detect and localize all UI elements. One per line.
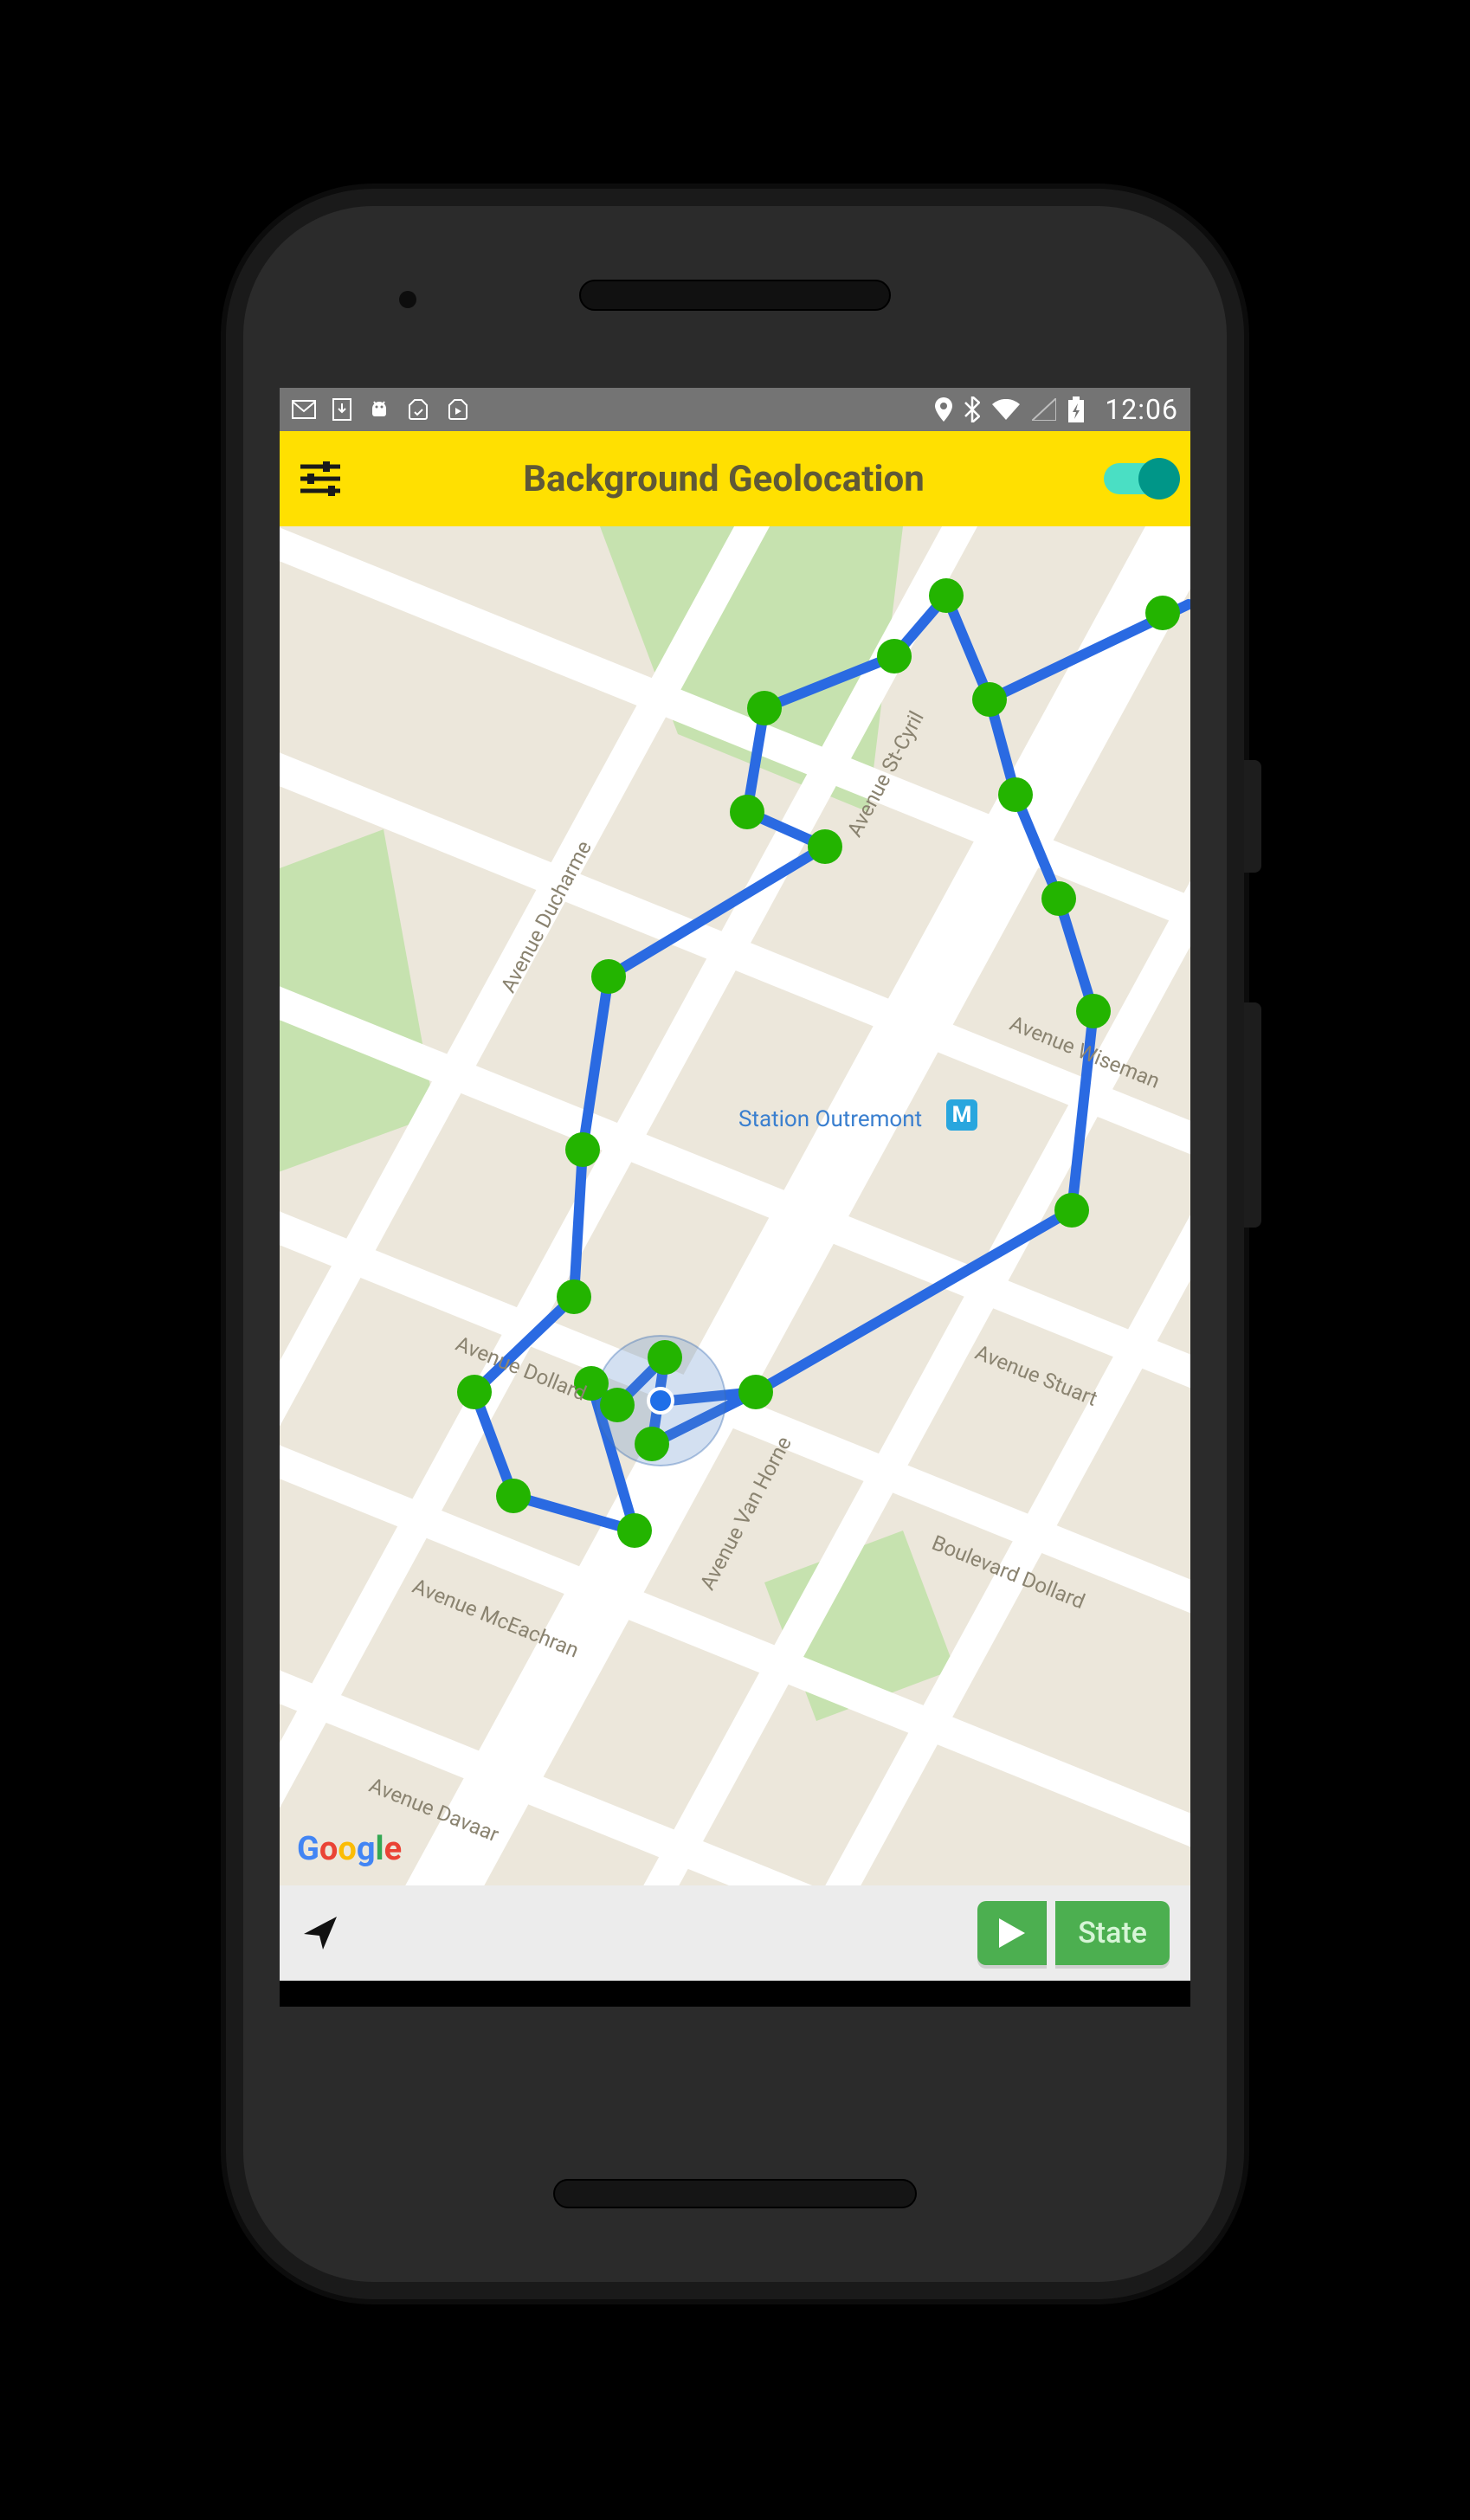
playstore-update-icon <box>406 398 430 421</box>
transit-station-label: Station Outremont <box>738 1106 922 1132</box>
phone-frame: 12:06 Background Geolocation <box>226 189 1244 2299</box>
metro-icon: M <box>946 1099 977 1131</box>
bottom-toolbar: State <box>280 1885 1190 1981</box>
locate-me-button[interactable] <box>300 1913 340 1953</box>
front-camera <box>399 291 416 308</box>
earpiece-speaker <box>579 280 891 311</box>
settings-sliders-icon[interactable] <box>297 458 344 499</box>
google-attribution: Google <box>297 1830 402 1868</box>
volume-button <box>1244 1002 1261 1228</box>
adb-icon <box>368 398 390 421</box>
download-icon <box>332 398 352 421</box>
screen: 12:06 Background Geolocation <box>280 388 1190 2007</box>
state-button-label: State <box>1078 1916 1147 1950</box>
mail-icon <box>292 400 316 419</box>
bottom-speaker <box>553 2179 917 2208</box>
location-icon <box>935 397 952 422</box>
battery-charging-icon <box>1068 396 1084 422</box>
app-bar: Background Geolocation <box>280 431 1190 526</box>
cell-signal-icon <box>1032 398 1056 421</box>
clock: 12:06 <box>1105 393 1178 426</box>
tracking-toggle[interactable] <box>1104 463 1173 494</box>
wifi-icon <box>992 399 1020 420</box>
playstore-icon <box>446 398 470 421</box>
status-bar: 12:06 <box>280 388 1190 431</box>
play-button[interactable] <box>977 1901 1047 1965</box>
bluetooth-icon <box>964 396 980 422</box>
map-canvas[interactable]: Avenue Ducharme Avenue St-Cyril Avenue W… <box>280 526 1190 1885</box>
android-nav-bar <box>280 1981 1190 2007</box>
map-base-svg <box>280 526 1190 1885</box>
state-button[interactable]: State <box>1055 1901 1170 1965</box>
power-button <box>1244 760 1261 873</box>
app-title: Background Geolocation <box>361 458 1086 500</box>
